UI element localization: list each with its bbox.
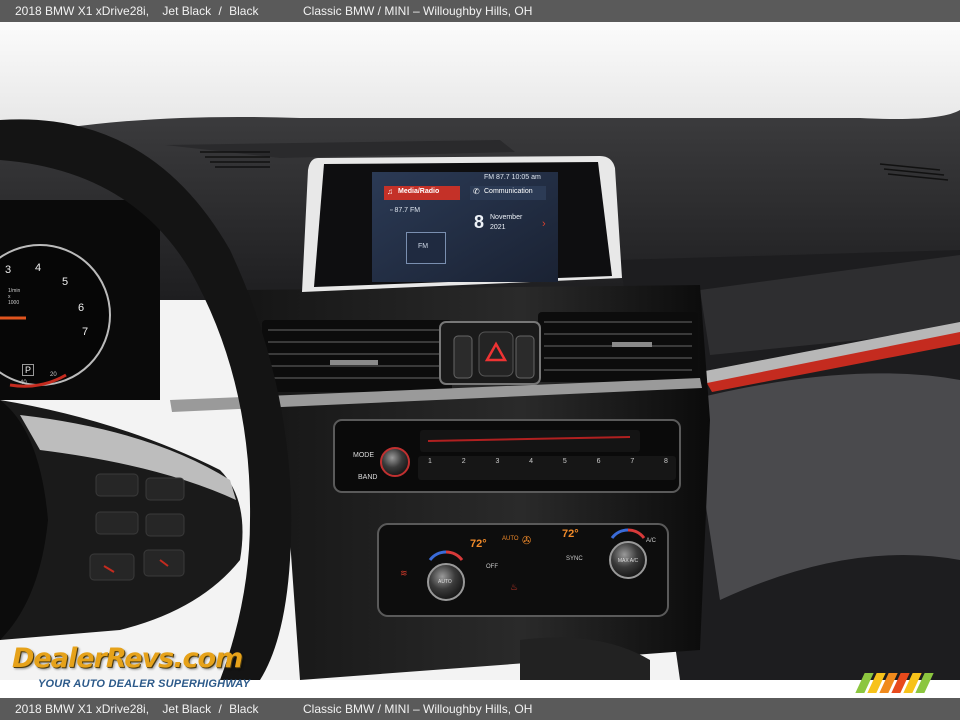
sync-button[interactable]: SYNC: [566, 556, 583, 562]
caption-interior-bottom: Black: [229, 702, 259, 716]
communication-label: Communication: [484, 188, 533, 195]
media-radio-label: Media/Radio: [398, 188, 440, 195]
caption-bar-top: 2018 BMW X1 xDrive28i, Jet Black / Black…: [0, 0, 960, 22]
tach-5: 5: [62, 276, 69, 288]
rpm-unit: 1/min x 1000: [8, 288, 21, 306]
caption-dealer-bottom: Classic BMW / MINI – Willoughby Hills, O…: [303, 702, 533, 716]
windshield: [0, 22, 960, 132]
preset-5[interactable]: 5: [563, 458, 567, 472]
preset-8[interactable]: 8: [664, 458, 668, 472]
logo-brand: DealerRevs.com: [12, 643, 243, 674]
infotainment-display: FM 87.7 10:05 am ♫ Media/Radio ▫ 87.7 FM…: [376, 172, 558, 280]
volume-knob[interactable]: [380, 447, 410, 477]
phone-icon: ✆: [473, 187, 480, 196]
date-day: 8: [474, 212, 485, 232]
preset-buttons: 1 2 3 4 5 6 7 8: [428, 458, 668, 472]
caption-separator: /: [218, 4, 222, 18]
radio-panel[interactable]: [333, 419, 681, 493]
tach-4: 4: [35, 262, 42, 274]
off-button[interactable]: OFF: [486, 564, 498, 570]
preset-3[interactable]: 3: [495, 458, 499, 472]
fan-icon: ✇: [522, 535, 532, 547]
temp-40: 40: [20, 380, 27, 386]
dealerrevs-logo: DealerRevs.com YOUR AUTO DEALER SUPERHIG…: [12, 625, 272, 695]
preset-4[interactable]: 4: [529, 458, 533, 472]
preset-2[interactable]: 2: [462, 458, 466, 472]
color-stripes-logo: [855, 673, 936, 693]
caption-interior: Black: [229, 4, 259, 18]
hazard-switch-cluster[interactable]: [439, 321, 541, 385]
left-temp-display: 72°: [470, 538, 487, 550]
station-label: ▫ 87.7 FM: [390, 207, 420, 214]
dashboard-photo: FM 87.7 10:05 am ♫ Media/Radio ▫ 87.7 FM…: [0, 22, 960, 680]
caption-dealer: Classic BMW / MINI – Willoughby Hills, O…: [303, 4, 533, 18]
left-knob-auto-label: AUTO: [438, 579, 452, 585]
logo-tagline: YOUR AUTO DEALER SUPERHIGHWAY: [38, 678, 251, 690]
caption-model-bottom: 2018 BMW X1 xDrive28i,: [15, 702, 150, 716]
ac-button[interactable]: A/C: [646, 538, 656, 544]
tach-7: 7: [82, 326, 89, 338]
fm-source-label: FM: [418, 243, 429, 250]
fm-source-button[interactable]: FM: [406, 232, 446, 264]
seat-heat-icon[interactable]: ≋: [400, 568, 408, 579]
preset-7[interactable]: 7: [630, 458, 634, 472]
band-button[interactable]: BAND: [358, 474, 377, 481]
auto-indicator: AUTO: [502, 536, 519, 542]
caption-model: 2018 BMW X1 xDrive28i,: [15, 4, 150, 18]
preset-1[interactable]: 1: [428, 458, 432, 472]
caption-bar-bottom: 2018 BMW X1 xDrive28i, Jet Black / Black…: [0, 698, 960, 720]
gear-indicator: P: [22, 364, 35, 376]
preset-6[interactable]: 6: [597, 458, 601, 472]
music-note-icon: ♫: [387, 187, 393, 196]
date-month: November: [490, 214, 523, 221]
media-radio-tab[interactable]: ♫ Media/Radio: [384, 186, 460, 200]
communication-tab[interactable]: ✆ Communication: [470, 186, 546, 200]
caption-separator-bottom: /: [218, 702, 222, 716]
defrost-icon[interactable]: ♨: [510, 582, 518, 593]
tach-6: 6: [78, 302, 85, 314]
tach-3: 3: [5, 264, 12, 276]
temp-20: 20: [50, 372, 57, 378]
right-temp-display: 72°: [562, 528, 579, 540]
screen-status: FM 87.7 10:05 am: [484, 174, 541, 181]
max-ac-button[interactable]: MAX A/C: [617, 558, 639, 564]
caption-exterior: Jet Black: [162, 4, 212, 18]
date-year: 2021: [490, 224, 506, 231]
caption-exterior-bottom: Jet Black: [162, 702, 212, 716]
mode-button[interactable]: MODE: [353, 452, 374, 459]
station-text: 87.7 FM: [394, 207, 421, 214]
chevron-right-icon[interactable]: ›: [542, 218, 546, 230]
